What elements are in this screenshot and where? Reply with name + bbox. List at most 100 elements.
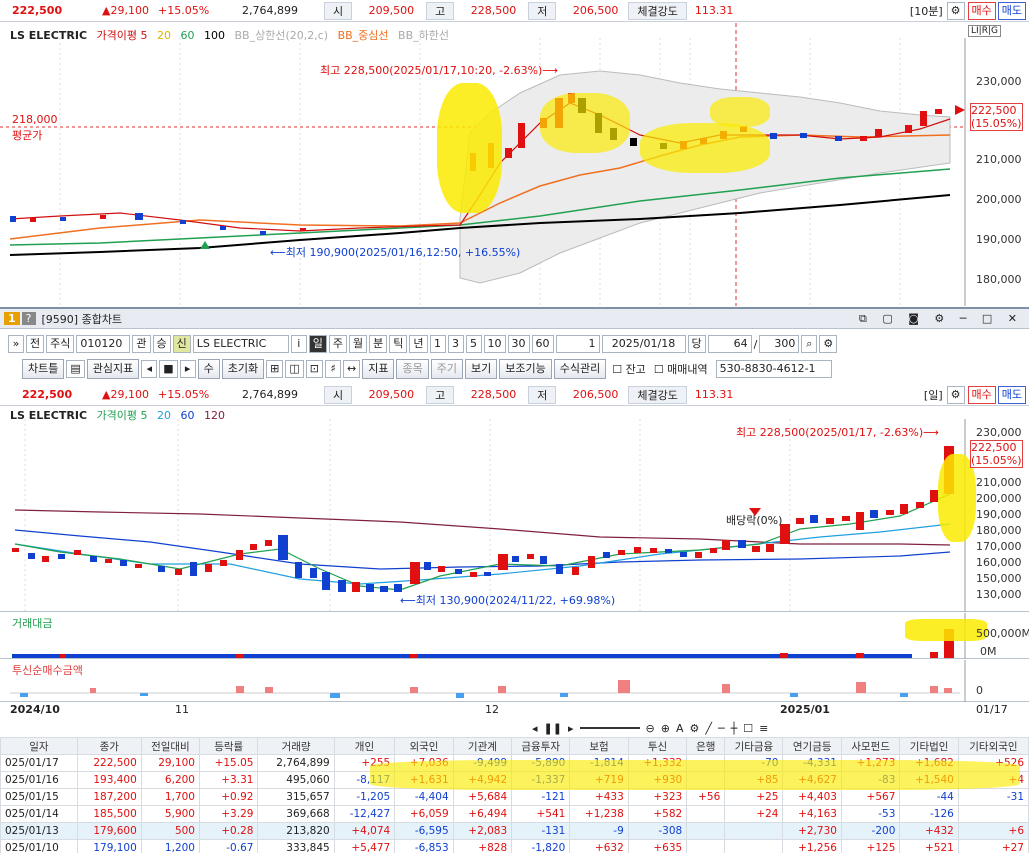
- indicator-table-button[interactable]: 지표: [362, 359, 395, 379]
- column-header[interactable]: 전일대비: [140, 737, 200, 755]
- up-button[interactable]: 승: [152, 335, 171, 353]
- balance-checkbox[interactable]: ☐ 잔고: [612, 361, 646, 377]
- intraday-chart[interactable]: LS ELECTRIC 가격이평 5 20 60 100 BB_상한선(20,2…: [0, 23, 1029, 306]
- reset-button[interactable]: 초기화: [221, 359, 265, 379]
- daily-chart[interactable]: LS ELECTRIC 가격이평 5 20 60 120 최고 228,500(…: [0, 404, 1029, 612]
- stock-name-field[interactable]: LS ELECTRIC: [192, 335, 289, 353]
- view-button[interactable]: 보기: [464, 359, 498, 379]
- column-header[interactable]: 금융투자: [511, 737, 571, 755]
- period-month[interactable]: 월: [349, 335, 368, 353]
- sell-button[interactable]: 매도: [997, 385, 1026, 404]
- zoom-slider[interactable]: [579, 727, 640, 729]
- period-label[interactable]: [일]: [924, 387, 943, 403]
- info-button[interactable]: i: [290, 335, 307, 353]
- date-input[interactable]: 2025/01/18: [601, 335, 686, 353]
- min-30[interactable]: 30: [507, 335, 530, 353]
- expand-button[interactable]: »: [8, 335, 24, 353]
- column-header[interactable]: 외국인: [394, 737, 454, 755]
- count-input[interactable]: 64: [707, 335, 752, 353]
- related-button[interactable]: 관: [132, 335, 151, 353]
- credit-button[interactable]: 신: [172, 335, 191, 353]
- grid-icon[interactable]: ⊞: [266, 360, 284, 378]
- table-row[interactable]: 025/01/13 179,600 500 +0.28 213,820 +4,074 -6,…: [0, 822, 1029, 840]
- sell-button[interactable]: 매도: [997, 1, 1026, 20]
- table-row[interactable]: 025/01/15 187,200 1,700 +0.92 315,657 -1,205-…: [0, 788, 1029, 806]
- one-plus-one-icon[interactable]: ⊡: [305, 360, 324, 378]
- today-button[interactable]: 당: [687, 335, 706, 353]
- column-header[interactable]: 개인: [333, 737, 396, 755]
- account-select[interactable]: 530-8830-4612-1: [715, 360, 832, 378]
- market-type[interactable]: 주식: [46, 335, 75, 353]
- column-header[interactable]: 거래량: [257, 737, 335, 755]
- min-10[interactable]: 10: [483, 335, 506, 353]
- item-button[interactable]: 종목: [396, 359, 429, 379]
- prev-button[interactable]: 전: [26, 335, 45, 353]
- period-week[interactable]: 주: [328, 335, 347, 353]
- column-header[interactable]: 기관계: [452, 737, 513, 755]
- column-header[interactable]: 기타법인: [899, 737, 959, 755]
- stock-code-input[interactable]: 010120: [76, 335, 131, 353]
- table-row[interactable]: 025/01/14 185,500 5,900 +3.29 369,668 -12,427…: [0, 805, 1029, 823]
- help-button[interactable]: ?: [21, 312, 36, 325]
- period-year[interactable]: 년: [409, 335, 428, 353]
- indicator-button[interactable]: 관심지표: [86, 359, 140, 379]
- cross-icon[interactable]: ┼: [731, 722, 738, 735]
- pin-icon[interactable]: ♯: [325, 360, 342, 378]
- fib-icon[interactable]: ≡: [759, 722, 768, 735]
- box-icon[interactable]: ☐: [743, 722, 753, 735]
- period-day[interactable]: 일: [308, 335, 327, 353]
- min-60[interactable]: 60: [531, 335, 554, 353]
- scroll-left-icon[interactable]: ◂: [532, 722, 538, 735]
- trust-net-buy-panel[interactable]: 투신순매수금액 0: [0, 660, 1029, 702]
- period-label[interactable]: [10분]: [910, 3, 943, 19]
- min-1[interactable]: 1: [429, 335, 446, 353]
- min-3[interactable]: 3: [447, 335, 464, 353]
- left-arrow-icon[interactable]: ◂: [141, 360, 158, 378]
- cycle-button[interactable]: 주기: [430, 359, 463, 379]
- gear-icon[interactable]: ⚙: [819, 335, 838, 353]
- trade-checkbox[interactable]: ☐ 매매내역: [654, 361, 708, 377]
- total-input[interactable]: 300: [759, 335, 800, 353]
- settings-icon[interactable]: ⚙: [946, 385, 965, 404]
- period-minute[interactable]: 분: [369, 335, 388, 353]
- column-header[interactable]: 보험: [569, 737, 629, 755]
- column-header[interactable]: 등락률: [198, 737, 259, 755]
- window-number[interactable]: 1: [4, 312, 20, 325]
- min-5[interactable]: 5: [465, 335, 482, 353]
- minute-select[interactable]: 1: [555, 335, 600, 353]
- text-icon[interactable]: A: [676, 722, 684, 735]
- zoom-out-icon[interactable]: ⊖: [646, 722, 655, 735]
- column-header[interactable]: 기타외국인: [957, 737, 1029, 755]
- split-icon[interactable]: ◫: [285, 360, 304, 378]
- window-controls[interactable]: ⧉ ▢ ◙ ⚙ ─ □ ✕: [859, 312, 1023, 326]
- buy-button[interactable]: 매수: [967, 1, 996, 20]
- expand-icon[interactable]: ↔: [343, 360, 361, 378]
- column-header[interactable]: 기타금융: [724, 737, 784, 755]
- chart-frame-button[interactable]: 차트틀: [22, 359, 65, 379]
- settings-icon[interactable]: ⚙: [946, 1, 965, 20]
- pause-icon[interactable]: ❚❚: [544, 722, 562, 735]
- column-header[interactable]: 은행: [686, 737, 726, 755]
- period-tick[interactable]: 틱: [389, 335, 408, 353]
- right-arrow-icon[interactable]: ▸: [179, 360, 196, 378]
- column-header[interactable]: 일자: [0, 737, 78, 755]
- play-icon[interactable]: ▸: [568, 722, 574, 735]
- zoom-in-icon[interactable]: ⊕: [661, 722, 670, 735]
- column-header[interactable]: 투신: [627, 737, 688, 755]
- stop-icon[interactable]: ■: [159, 360, 178, 378]
- save-icon[interactable]: ▤: [66, 360, 85, 378]
- assist-button[interactable]: 보조기능: [499, 359, 552, 379]
- table-row[interactable]: 025/01/10 179,100 1,200 -0.67 333,845 +5,477-…: [0, 839, 1029, 853]
- gear-icon[interactable]: ⚙: [689, 722, 699, 735]
- modify-button[interactable]: 수: [197, 359, 220, 379]
- line-icon[interactable]: ╱: [705, 722, 712, 735]
- zoom-icon[interactable]: ⌕: [801, 335, 818, 353]
- formula-button[interactable]: 수식관리: [553, 359, 607, 379]
- buy-button[interactable]: 매수: [967, 385, 996, 404]
- column-header[interactable]: 연기금등: [782, 737, 842, 755]
- table-cell: 025/01/13: [0, 822, 78, 840]
- column-header[interactable]: 사모펀드: [840, 737, 901, 755]
- column-header[interactable]: 종가: [76, 737, 142, 755]
- trading-value-panel[interactable]: 거래대금 500,000M 0M: [0, 613, 1029, 659]
- hline-icon[interactable]: ─: [718, 722, 725, 735]
